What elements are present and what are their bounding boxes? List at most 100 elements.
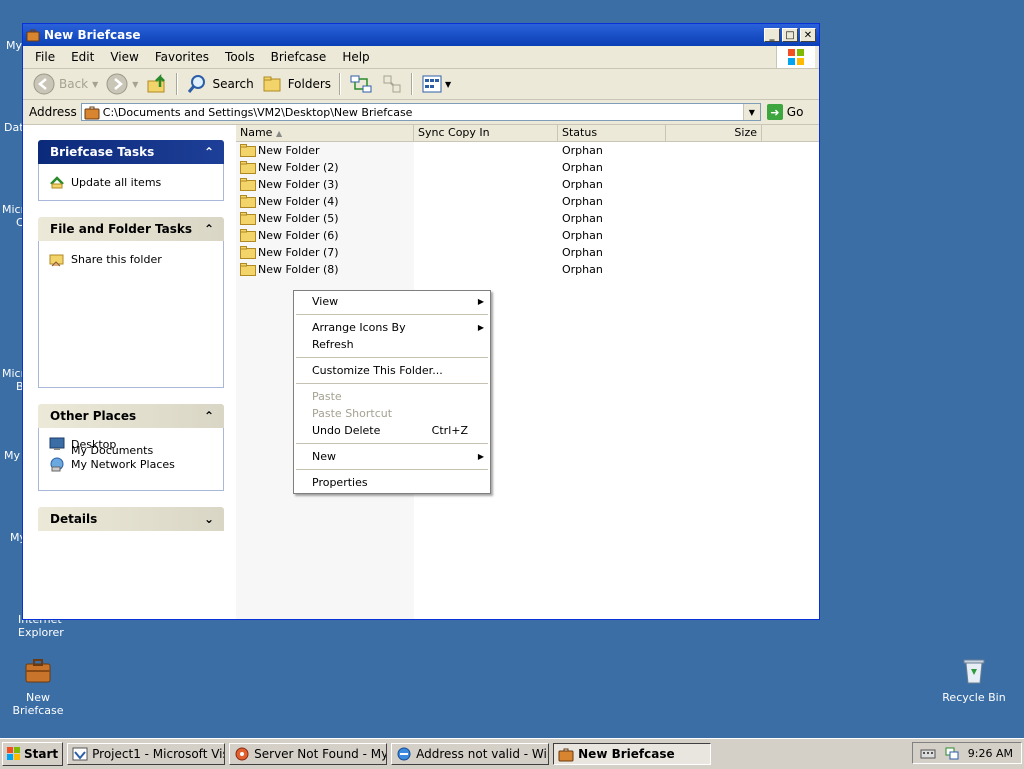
table-row[interactable]: New Folder (8) Orphan	[236, 261, 819, 278]
table-row[interactable]: New Folder (4) Orphan	[236, 193, 819, 210]
briefcase-icon	[84, 106, 100, 120]
sort-ascending-icon: ▲	[275, 129, 283, 138]
views-button[interactable]: ▼	[417, 71, 455, 97]
taskbar: Start Project1 - Microsoft Visu... Serve…	[0, 738, 1024, 769]
column-header-name[interactable]: Name ▲	[236, 125, 414, 141]
go-button[interactable]: ➜ Go	[766, 104, 803, 120]
desktop-icon-new-briefcase[interactable]: New Briefcase	[0, 655, 76, 717]
maximize-button[interactable]: □	[782, 28, 798, 42]
forward-button[interactable]: ▼	[102, 71, 142, 97]
table-row[interactable]: New Folder (2) Orphan	[236, 159, 819, 176]
desktop-icon	[49, 437, 65, 450]
menu-edit[interactable]: Edit	[63, 46, 102, 68]
folder-icon	[240, 161, 256, 174]
window-title: New Briefcase	[44, 28, 141, 42]
file-folder-tasks-panel: File and Folder Tasks ⌃ Share this folde…	[38, 217, 224, 388]
menu-separator	[296, 443, 488, 444]
taskbar-button-project1[interactable]: Project1 - Microsoft Visu...	[67, 743, 226, 765]
minimize-button[interactable]: _	[764, 28, 780, 42]
menu-file[interactable]: File	[27, 46, 63, 68]
update-all-items-link[interactable]: Update all items	[49, 174, 213, 190]
file-status: Orphan	[562, 144, 603, 157]
briefcase-tasks-body: Update all items	[38, 164, 224, 201]
back-label: Back	[59, 77, 89, 91]
split-button[interactable]	[377, 71, 407, 97]
clock[interactable]: 9:26 AM	[968, 747, 1013, 760]
task-pane: Briefcase Tasks ⌃ Update all items File …	[23, 125, 236, 619]
menu-separator	[296, 314, 488, 315]
collapse-icon: ⌃	[203, 409, 214, 423]
table-row[interactable]: New Folder (3) Orphan	[236, 176, 819, 193]
taskbar-button-address-not-valid[interactable]: Address not valid - Wind...	[391, 743, 550, 765]
keyboard-icon[interactable]	[920, 745, 936, 761]
context-menu-view[interactable]: View ▶	[294, 293, 490, 310]
column-header-size[interactable]: Size	[666, 125, 762, 141]
context-menu: View ▶ Arrange Icons By ▶ Refresh Customiz…	[293, 290, 491, 494]
file-rows: New Folder Orphan New Folder (2) Orphan Ne…	[236, 142, 819, 278]
panel-title: Other Places	[50, 409, 137, 423]
context-menu-undo-delete[interactable]: Undo Delete Ctrl+Z	[294, 422, 490, 439]
file-folder-tasks-header[interactable]: File and Folder Tasks ⌃	[38, 217, 224, 241]
search-button[interactable]: Search	[182, 71, 257, 97]
visual-basic-icon	[72, 747, 88, 761]
my-network-places-link[interactable]: My Network Places	[49, 456, 175, 472]
column-header-status[interactable]: Status	[558, 125, 666, 141]
share-folder-icon	[49, 254, 64, 267]
go-arrow-icon: ➜	[766, 104, 783, 120]
context-menu-refresh[interactable]: Refresh	[294, 336, 490, 353]
chevron-down-icon: ▼	[92, 79, 99, 89]
taskbar-button-new-briefcase[interactable]: New Briefcase	[553, 743, 712, 765]
taskbar-label: Project1 - Microsoft Visu...	[92, 747, 224, 761]
context-menu-properties[interactable]: Properties	[294, 474, 490, 491]
expand-icon: ⌄	[203, 512, 214, 526]
desktop-label-stub: Dat	[4, 121, 24, 134]
menu-briefcase[interactable]: Briefcase	[263, 46, 335, 68]
context-menu-arrange-icons-by[interactable]: Arrange Icons By ▶	[294, 319, 490, 336]
folder-icon	[240, 195, 256, 208]
folders-button[interactable]: Folders	[258, 71, 335, 97]
table-row[interactable]: New Folder Orphan	[236, 142, 819, 159]
system-tray: 9:26 AM	[912, 742, 1022, 764]
desktop-icon-recycle-bin[interactable]: Recycle Bin	[936, 655, 1012, 704]
context-menu-customize-folder[interactable]: Customize This Folder...	[294, 362, 490, 379]
table-row[interactable]: New Folder (5) Orphan	[236, 210, 819, 227]
close-button[interactable]: ✕	[800, 28, 816, 42]
folder-icon	[240, 246, 256, 259]
chevron-down-icon: ▼	[132, 79, 139, 89]
menu-view[interactable]: View	[102, 46, 146, 68]
column-header-sync[interactable]: Sync Copy In	[414, 125, 558, 141]
briefcase-tasks-header[interactable]: Briefcase Tasks ⌃	[38, 140, 224, 164]
table-row[interactable]: New Folder (7) Orphan	[236, 244, 819, 261]
address-input[interactable]: C:\Documents and Settings\VM2\Desktop\Ne…	[80, 103, 761, 121]
network-icon[interactable]	[944, 745, 960, 761]
sync-button[interactable]	[345, 71, 377, 97]
share-this-folder-link[interactable]: Share this folder	[49, 251, 213, 267]
table-row[interactable]: New Folder (6) Orphan	[236, 227, 819, 244]
other-places-header[interactable]: Other Places ⌃	[38, 404, 224, 428]
details-header[interactable]: Details ⌄	[38, 507, 224, 531]
menu-help[interactable]: Help	[334, 46, 377, 68]
taskbar-button-mypal[interactable]: Server Not Found - Mypal	[229, 743, 388, 765]
back-button[interactable]: Back ▼	[29, 71, 102, 97]
menu-favorites[interactable]: Favorites	[147, 46, 217, 68]
toolbar-separator	[339, 73, 342, 95]
file-name: New Folder (4)	[258, 195, 339, 208]
menu-tools[interactable]: Tools	[217, 46, 263, 68]
address-dropdown-button[interactable]: ▼	[742, 104, 760, 120]
context-menu-paste-shortcut: Paste Shortcut	[312, 407, 393, 420]
title-bar[interactable]: New Briefcase _ □ ✕	[23, 24, 819, 46]
menu-separator	[296, 469, 488, 470]
desktop-icon-label: Recycle Bin	[942, 691, 1006, 704]
search-icon	[188, 75, 206, 93]
up-folder-button[interactable]	[142, 71, 172, 97]
briefcase-icon	[22, 655, 54, 687]
collapse-icon: ⌃	[203, 222, 214, 236]
toolbar-separator	[411, 73, 414, 95]
file-name: New Folder (5)	[258, 212, 339, 225]
context-menu-paste: Paste	[312, 390, 342, 403]
panel-title: Briefcase Tasks	[50, 145, 155, 159]
folders-label: Folders	[287, 77, 332, 91]
views-icon	[422, 75, 442, 93]
start-button[interactable]: Start	[2, 742, 64, 766]
context-menu-new[interactable]: New ▶	[294, 448, 490, 465]
